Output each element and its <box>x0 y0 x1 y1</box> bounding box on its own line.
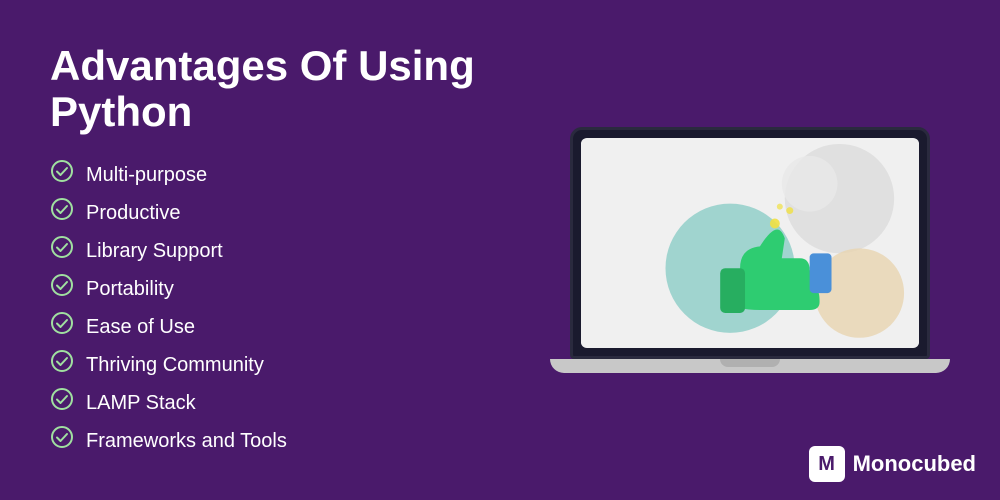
logo-icon: M <box>809 446 845 482</box>
list-item: Frameworks and Tools <box>50 425 550 457</box>
list-item-text: Productive <box>86 199 181 227</box>
list-item-text: Library Support <box>86 237 223 265</box>
main-container: Advantages Of Using Python Multi-purpose… <box>0 0 1000 500</box>
laptop-base <box>550 359 950 373</box>
list-item-text: Portability <box>86 275 174 303</box>
list-item-text: Multi-purpose <box>86 161 207 189</box>
laptop-screen <box>581 138 919 348</box>
list-item-text: LAMP Stack <box>86 389 196 417</box>
page-title: Advantages Of Using Python <box>50 43 550 135</box>
laptop-screen-wrapper <box>570 127 930 359</box>
logo-text: Monocubed <box>853 451 976 477</box>
list-item: Multi-purpose <box>50 159 550 191</box>
list-item-text: Ease of Use <box>86 313 195 341</box>
list-item: Ease of Use <box>50 311 550 343</box>
list-item-text: Thriving Community <box>86 351 264 379</box>
right-panel <box>550 127 950 373</box>
check-icon <box>50 235 74 267</box>
illustration-svg <box>581 139 919 348</box>
laptop-illustration <box>560 127 940 373</box>
list-item: Library Support <box>50 235 550 267</box>
check-icon <box>50 311 74 343</box>
check-icon <box>50 197 74 229</box>
check-icon <box>50 387 74 419</box>
left-panel: Advantages Of Using Python Multi-purpose… <box>50 43 550 457</box>
check-icon <box>50 273 74 305</box>
check-icon <box>50 425 74 457</box>
check-icon <box>50 159 74 191</box>
list-item-text: Frameworks and Tools <box>86 427 287 455</box>
list-item: Portability <box>50 273 550 305</box>
list-item: Thriving Community <box>50 349 550 381</box>
list-item: LAMP Stack <box>50 387 550 419</box>
advantages-list: Multi-purpose Productive Library Support… <box>50 159 550 457</box>
logo-area: M Monocubed <box>809 446 976 482</box>
list-item: Productive <box>50 197 550 229</box>
check-icon <box>50 349 74 381</box>
